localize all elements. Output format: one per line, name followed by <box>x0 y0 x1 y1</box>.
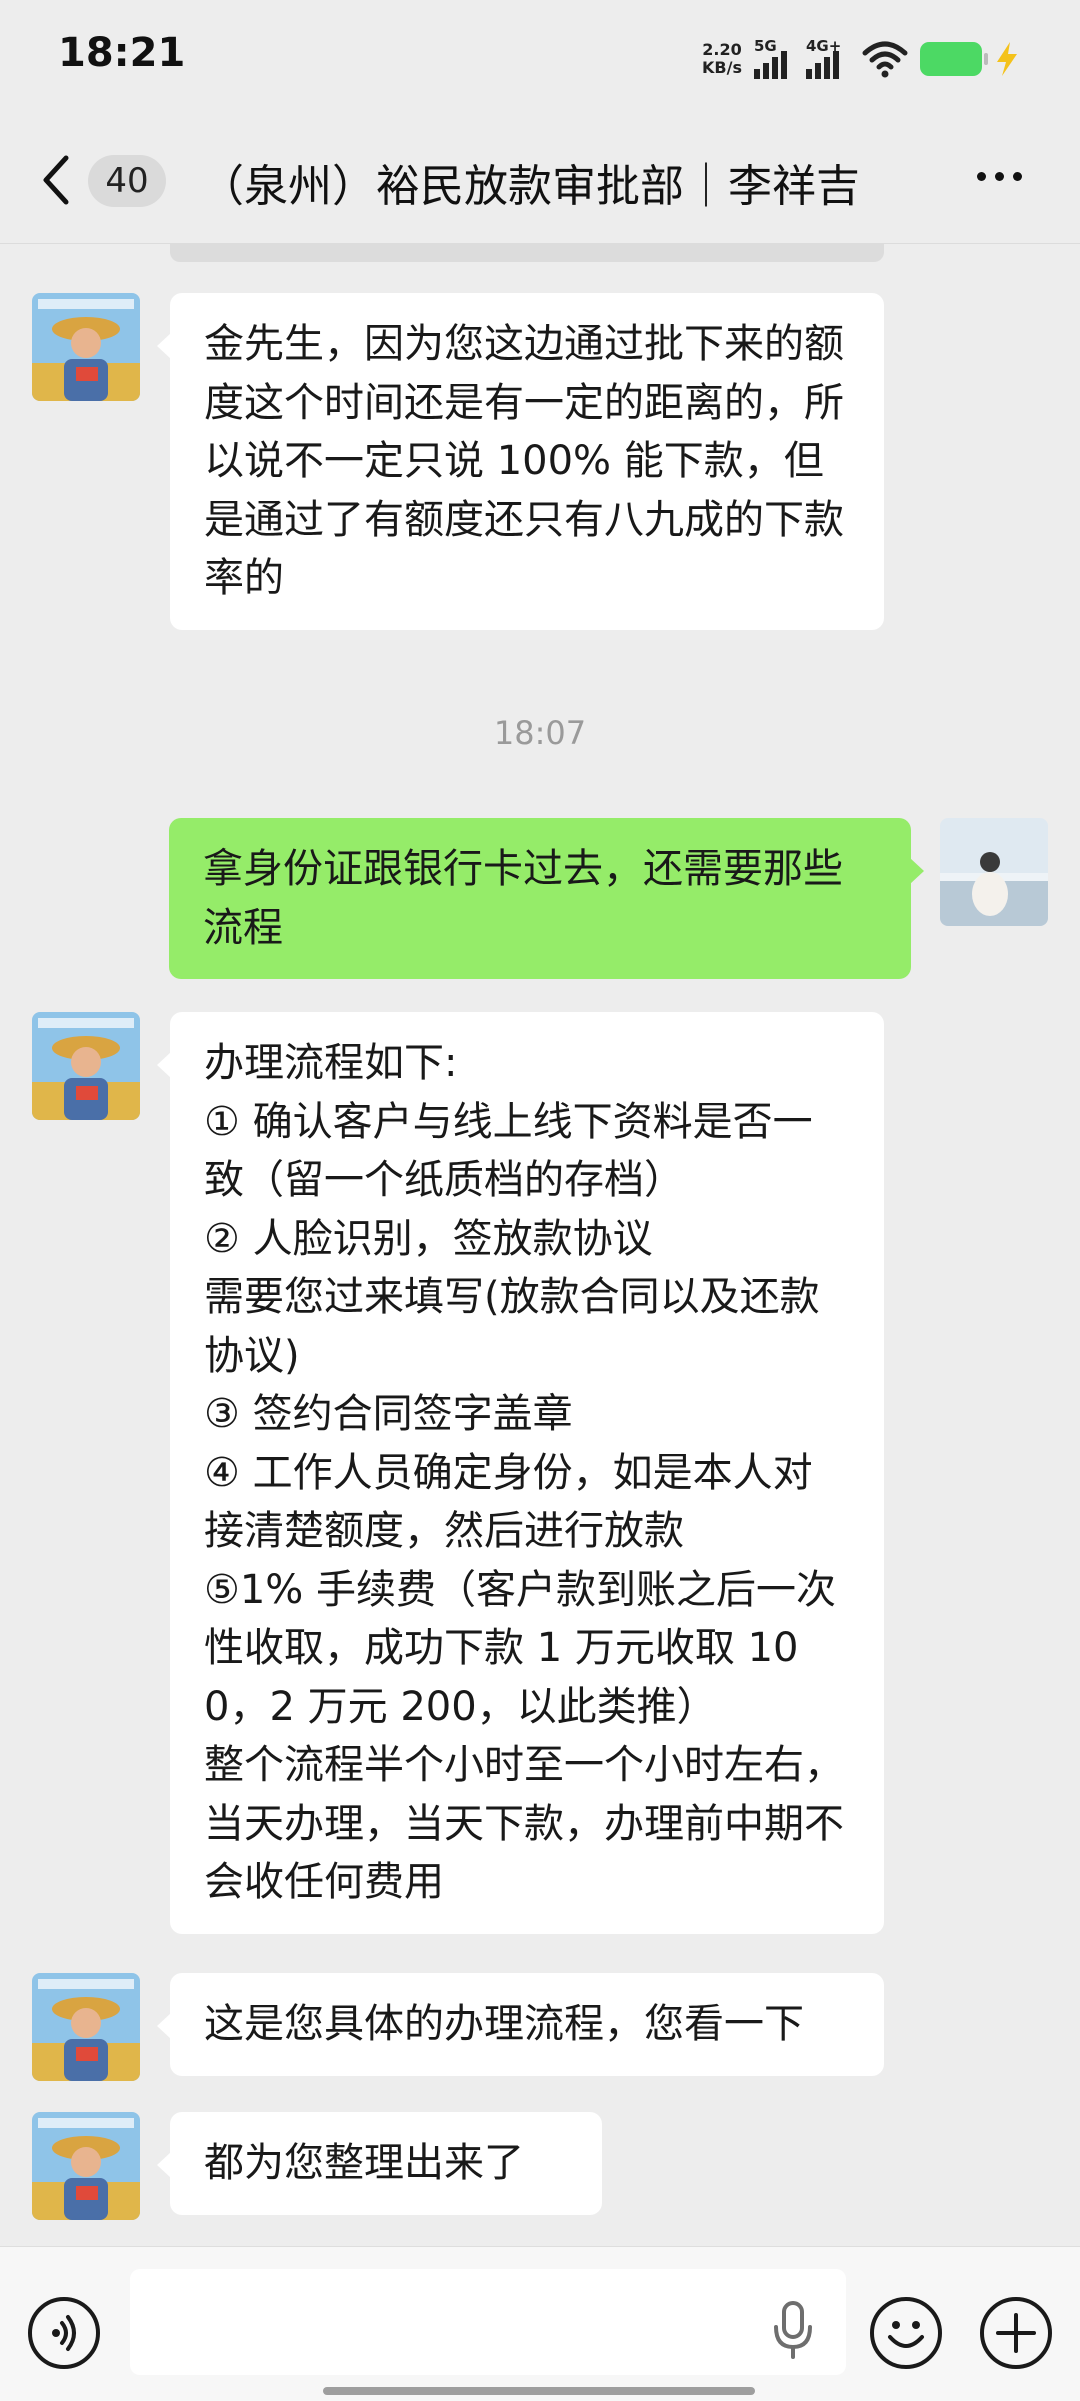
voice-icon[interactable] <box>28 2297 100 2369</box>
message-bubble-incoming[interactable]: 都为您整理出来了 <box>157 2112 602 2215</box>
home-indicator[interactable] <box>323 2387 755 2395</box>
message-bubble-incoming[interactable]: 这是您具体的办理流程，您看一下 <box>157 1973 884 2076</box>
network-speed-value: 2.20 <box>702 40 742 59</box>
wifi-icon <box>862 41 908 78</box>
contact-avatar[interactable] <box>32 293 140 401</box>
input-bar <box>0 2246 1080 2401</box>
back-chevron-icon[interactable] <box>38 152 74 208</box>
chat-header: 40 （泉州）裕民放款审批部｜李祥吉 <box>0 120 1080 242</box>
message-bubble-outgoing[interactable]: 拿身份证跟银行卡过去，还需要那些流程 <box>169 818 924 979</box>
contact-avatar[interactable] <box>32 1973 140 2081</box>
chat-title: （泉州）裕民放款审批部｜李祥吉 <box>200 161 860 212</box>
status-time: 18:21 <box>58 30 186 76</box>
plus-icon[interactable] <box>980 2297 1052 2369</box>
charging-bolt-icon <box>997 42 1017 76</box>
emoji-icon[interactable] <box>870 2297 942 2369</box>
message-bubble-incoming[interactable]: 办理流程如下: ① 确认客户与线上线下资料是否一致（留一个纸质档的存档） ② 人… <box>157 1012 884 1934</box>
signal-4g-label: 4G+ <box>806 37 842 55</box>
previous-message-edge <box>170 244 884 262</box>
status-bar: 18:21 2.20 KB/s 5G 4G+ <box>0 0 1080 120</box>
chat-timestamp: 18:07 <box>493 714 587 752</box>
status-icons: 2.20 KB/s 5G 4G+ <box>702 34 1020 84</box>
message-input[interactable] <box>130 2269 846 2375</box>
message-bubble-incoming[interactable]: 金先生，因为您这边通过批下来的额度这个时间还是有一定的距离的，所以说不一定只说 … <box>157 293 884 630</box>
more-dots-icon[interactable] <box>977 172 1022 181</box>
signal-5g-icon: 5G <box>754 37 794 79</box>
battery-icon <box>920 42 988 76</box>
network-speed: 2.20 KB/s <box>702 41 742 77</box>
user-avatar[interactable] <box>940 818 1048 926</box>
signal-5g-label: 5G <box>754 37 777 55</box>
network-speed-unit: KB/s <box>702 58 742 77</box>
contact-avatar[interactable] <box>32 2112 140 2220</box>
contact-avatar[interactable] <box>32 1012 140 1120</box>
unread-count-badge[interactable]: 40 <box>88 155 166 207</box>
signal-4g-icon: 4G+ <box>806 37 850 79</box>
microphone-icon[interactable] <box>770 2299 816 2361</box>
